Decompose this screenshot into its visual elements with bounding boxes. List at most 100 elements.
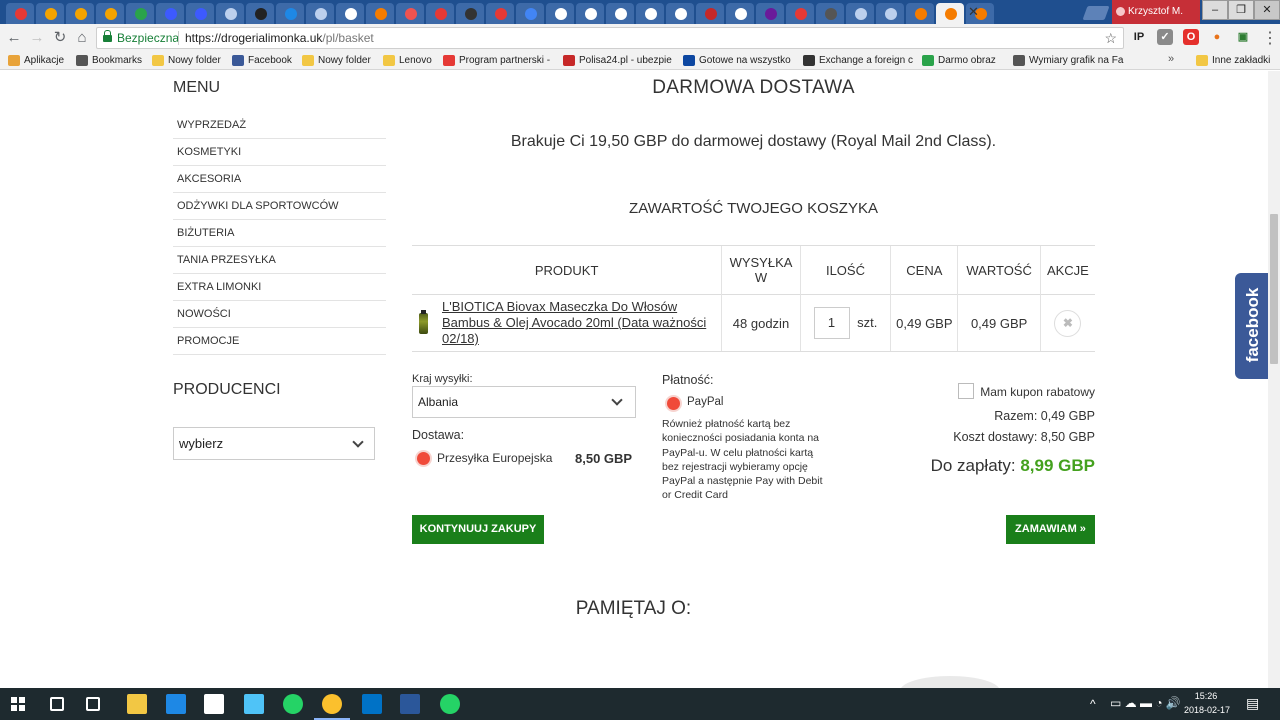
opera-icon[interactable]: O: [1183, 29, 1199, 45]
browser-tab[interactable]: [96, 3, 124, 24]
tray-chevron-icon[interactable]: ^: [1090, 697, 1096, 711]
browser-tab[interactable]: [786, 3, 814, 24]
browser-tab[interactable]: [336, 3, 364, 24]
menu-item[interactable]: WYPRZEDAŻ: [173, 112, 386, 139]
minimize-button[interactable]: –: [1202, 0, 1228, 20]
browser-tab[interactable]: [396, 3, 424, 24]
product-thumbnail[interactable]: [419, 310, 428, 334]
whatsapp-icon[interactable]: [283, 694, 303, 714]
outlook-icon[interactable]: [362, 694, 382, 714]
browser-tab[interactable]: [126, 3, 154, 24]
browser-tab[interactable]: [816, 3, 844, 24]
browser-tab[interactable]: [156, 3, 184, 24]
menu-item[interactable]: BIŻUTERIA: [173, 220, 386, 247]
bookmark-star-icon[interactable]: ☆: [1104, 28, 1117, 48]
bookmark-item[interactable]: Darmo obraz: [922, 54, 1004, 68]
browser-tab[interactable]: [306, 3, 334, 24]
remote-desktop-icon[interactable]: [244, 694, 264, 714]
check-ext-icon[interactable]: ✓: [1157, 29, 1173, 45]
browser-tab[interactable]: [426, 3, 454, 24]
home-button[interactable]: ⌂: [72, 28, 92, 48]
browser-tab[interactable]: [36, 3, 64, 24]
page-scrollbar[interactable]: [1268, 71, 1280, 688]
browser-tab[interactable]: [486, 3, 514, 24]
bookmark-item[interactable]: Gotowe na wszystko: [683, 54, 791, 68]
ip-icon[interactable]: IP: [1131, 29, 1147, 45]
producers-select[interactable]: wybierz: [173, 427, 375, 460]
task-view-icon[interactable]: [86, 697, 100, 711]
bookmark-item[interactable]: Wymiary grafik na Fa: [1013, 54, 1125, 68]
browser-tab[interactable]: [906, 3, 934, 24]
edge-icon[interactable]: [166, 694, 186, 714]
payment-option[interactable]: PayPal: [687, 396, 723, 408]
browser-tab[interactable]: [66, 3, 94, 24]
bookmark-item[interactable]: Nowy folder: [302, 54, 376, 68]
facebook-widget-tab[interactable]: facebook: [1235, 273, 1268, 379]
browser-tab[interactable]: [726, 3, 754, 24]
order-button[interactable]: ZAMAWIAM »: [1006, 515, 1095, 544]
remove-item-icon[interactable]: ✖: [1054, 309, 1082, 337]
browser-tab[interactable]: [606, 3, 634, 24]
bookmark-item[interactable]: Exchange a foreign c: [803, 54, 915, 68]
chrome-icon[interactable]: [322, 694, 342, 714]
bookmark-item[interactable]: Aplikacje: [8, 54, 68, 68]
delivery-radio[interactable]: [417, 452, 430, 465]
continue-shopping-button[interactable]: KONTYNUUJ ZAKUPY: [412, 515, 544, 544]
maximize-button[interactable]: ❐: [1228, 0, 1254, 20]
new-tab-button[interactable]: [1082, 6, 1110, 20]
browser-tab[interactable]: [846, 3, 874, 24]
clock-time[interactable]: 15:26: [1188, 691, 1224, 701]
cast-icon[interactable]: ▣: [1235, 29, 1251, 45]
browser-tab[interactable]: [216, 3, 244, 24]
browser-tab[interactable]: [456, 3, 484, 24]
menu-item[interactable]: EXTRA LIMONKI: [173, 274, 386, 301]
browser-tab[interactable]: [516, 3, 544, 24]
store-icon[interactable]: [204, 694, 224, 714]
browser-tab[interactable]: [696, 3, 724, 24]
notifications-icon[interactable]: ▤: [1246, 695, 1259, 712]
browser-tab[interactable]: [246, 3, 274, 24]
browser-tab[interactable]: [666, 3, 694, 24]
address-bar[interactable]: Bezpieczna https://drogerialimonka.uk/pl…: [96, 27, 1124, 49]
coupon-label[interactable]: Mam kupon rabatowy: [980, 385, 1095, 399]
coupon-checkbox[interactable]: [958, 383, 974, 399]
browser-tab[interactable]: [576, 3, 604, 24]
fox-icon[interactable]: ●: [1209, 29, 1225, 45]
menu-item[interactable]: AKCESORIA: [173, 166, 386, 193]
browser-tab[interactable]: [366, 3, 394, 24]
bookmarks-overflow-icon[interactable]: »: [1168, 53, 1174, 65]
menu-item[interactable]: PROMOCJE: [173, 328, 386, 355]
browser-tab[interactable]: [876, 3, 904, 24]
chrome-menu-icon[interactable]: ⋮: [1262, 28, 1278, 48]
country-select[interactable]: Albania: [412, 386, 636, 418]
word-icon[interactable]: [400, 694, 420, 714]
scrollbar-thumb[interactable]: [1270, 214, 1278, 364]
file-explorer-icon[interactable]: [127, 694, 147, 714]
bookmark-item[interactable]: Lenovo: [383, 54, 435, 68]
browser-tab[interactable]: [6, 3, 34, 24]
product-link[interactable]: L'BIOTICA Biovax Maseczka Do Włosów Bamb…: [442, 299, 721, 347]
forward-button[interactable]: →: [27, 28, 47, 48]
payment-radio[interactable]: [667, 397, 680, 410]
browser-tab[interactable]: [756, 3, 784, 24]
browser-tab[interactable]: [186, 3, 214, 24]
reload-button[interactable]: ↻: [50, 28, 70, 48]
clock-date[interactable]: 2018-02-17: [1182, 705, 1232, 715]
bookmark-item[interactable]: Bookmarks: [76, 54, 144, 68]
bookmark-item[interactable]: Polisa24.pl - ubezpie: [563, 54, 675, 68]
browser-tab[interactable]: [546, 3, 574, 24]
browser-tab[interactable]: [636, 3, 664, 24]
menu-item[interactable]: TANIA PRZESYŁKA: [173, 247, 386, 274]
menu-item[interactable]: NOWOŚCI: [173, 301, 386, 328]
browser-tab[interactable]: [276, 3, 304, 24]
profile-button[interactable]: Krzysztof M.: [1112, 0, 1200, 24]
menu-item[interactable]: KOSMETYKI: [173, 139, 386, 166]
bookmark-item[interactable]: Nowy folder: [152, 54, 226, 68]
browser-tab[interactable]: [936, 3, 964, 24]
other-bookmarks[interactable]: Inne zakładki: [1196, 54, 1270, 68]
bookmark-item[interactable]: Facebook: [232, 54, 296, 68]
tab-close-icon[interactable]: ✕: [968, 4, 979, 20]
whatsapp-icon[interactable]: [440, 694, 460, 714]
windows-start-icon[interactable]: [11, 697, 25, 711]
tray-icons[interactable]: ▭ ☁ ▬ ◔ 🔊: [1110, 696, 1181, 710]
